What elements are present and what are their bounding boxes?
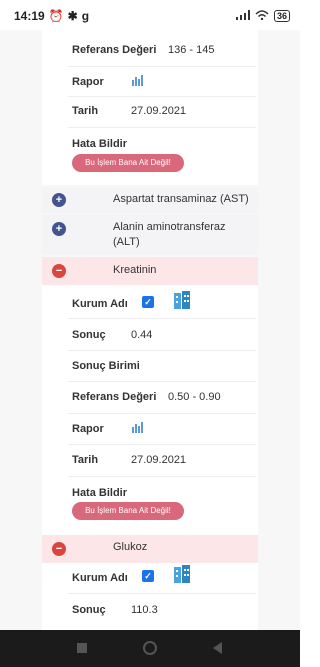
referans-label: Referans Değeri [72,391,157,403]
tarih-label: Tarih [72,454,99,466]
sonuc-value: 0.44 [131,329,153,341]
test-results-list[interactable]: Referans Değeri 136 - 145 Rapor Tarih 27… [0,30,300,630]
divider [68,476,256,477]
sonuc-birimi-label: Sonuç Birimi [72,360,140,372]
not-mine-button[interactable]: Bu İşlem Bana Ait Değil! [72,154,184,172]
recents-icon[interactable] [75,641,89,655]
kurum-label: Kurum Adı [72,298,128,310]
kurum-label: Kurum Adı [72,572,128,584]
group-glukoz[interactable] [42,535,258,563]
group-ast-label: Aspartat transaminaz (AST) [113,193,249,205]
clock: 14:19 [14,9,45,23]
divider [68,96,256,97]
collapse-minus-icon[interactable]: − [52,264,66,278]
sonuc-label: Sonuç [72,329,106,341]
group-alt-label: Alanin aminotransferaz (ALT) [113,221,226,248]
tarih-label: Tarih [72,105,99,117]
signal-icon [235,9,250,23]
group-glukoz-label: Glukoz [113,541,148,553]
sonuc-value: 110.3 [131,604,158,616]
divider [68,444,256,445]
group-kreatinin-label: Kreatinin [113,264,157,276]
referans-value: 0.50 - 0.90 [168,391,221,403]
checkbox[interactable]: ✓ [142,570,154,582]
app-icon: g [81,9,90,23]
hata-label: Hata Bildir [72,138,128,150]
divider [68,318,256,319]
tarih-value: 27.09.2021 [131,454,187,466]
referans-label: Referans Değeri [72,44,157,56]
navigation-bar [0,630,300,667]
divider [68,350,256,351]
wifi-icon [255,9,269,23]
battery-icon: 36 [273,10,290,22]
building-icon [172,290,192,313]
report-chart-icon[interactable] [131,74,143,89]
expand-plus-icon[interactable]: + [52,193,66,207]
report-chart-icon[interactable] [131,421,143,436]
rapor-label: Rapor [72,423,104,435]
divider [68,127,256,128]
tarih-value: 27.09.2021 [131,105,187,117]
settings-icon: ✱ [67,9,78,23]
rapor-label: Rapor [72,76,104,88]
divider [68,381,256,382]
building-icon [172,564,192,587]
divider [68,66,256,67]
not-mine-button[interactable]: Bu İşlem Bana Ait Değil! [72,502,184,520]
collapse-minus-icon[interactable]: − [52,542,66,556]
hata-label: Hata Bildir [72,487,128,499]
divider [68,413,256,414]
referans-value: 136 - 145 [168,44,215,56]
checkbox[interactable]: ✓ [142,296,154,308]
expand-plus-icon[interactable]: + [52,222,66,236]
alarm-icon: ⏰ [48,9,64,23]
home-icon[interactable] [143,641,157,655]
status-bar: 14:19 ⏰ ✱ g 36 [0,0,300,30]
sonuc-label: Sonuç [72,604,106,616]
divider [68,593,256,594]
back-icon[interactable] [211,641,225,655]
